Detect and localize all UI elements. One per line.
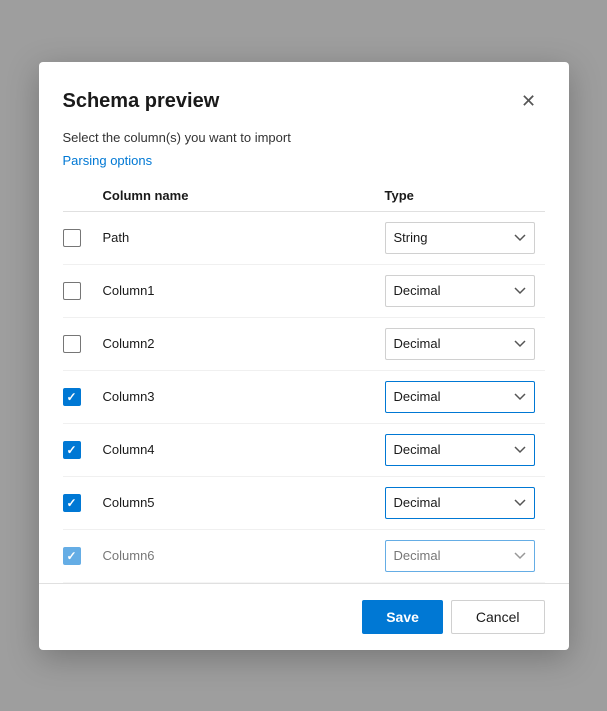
type-select[interactable]: StringDecimalIntegerBooleanDateDateTime (385, 381, 535, 413)
type-select[interactable]: StringDecimalIntegerBooleanDateDateTime (385, 540, 535, 572)
row-column-name: Column2 (103, 336, 385, 351)
row-column-name: Column1 (103, 283, 385, 298)
row-checkbox[interactable] (63, 282, 81, 300)
close-button[interactable]: ✕ (513, 86, 545, 118)
row-column-name: Column3 (103, 389, 385, 404)
type-select[interactable]: StringDecimalIntegerBooleanDateDateTime (385, 275, 535, 307)
dialog-header: Schema preview ✕ (39, 62, 569, 130)
column-name-header: Column name (103, 188, 385, 203)
type-select[interactable]: StringDecimalIntegerBooleanDateDateTime (385, 222, 535, 254)
row-checkbox[interactable] (63, 547, 81, 565)
type-select[interactable]: StringDecimalIntegerBooleanDateDateTime (385, 434, 535, 466)
row-checkbox[interactable] (63, 441, 81, 459)
table-row: PathStringDecimalIntegerBooleanDateDateT… (63, 212, 545, 265)
row-checkbox[interactable] (63, 494, 81, 512)
dialog-footer: Save Cancel (39, 583, 569, 650)
row-column-name: Column5 (103, 495, 385, 510)
columns-table: Column name Type PathStringDecimalIntege… (39, 180, 569, 583)
type-header: Type (385, 188, 545, 203)
table-row: Column5StringDecimalIntegerBooleanDateDa… (63, 477, 545, 530)
parsing-options-link[interactable]: Parsing options (39, 153, 569, 180)
table-header-row: Column name Type (63, 180, 545, 212)
row-checkbox[interactable] (63, 388, 81, 406)
row-checkbox[interactable] (63, 335, 81, 353)
cancel-button[interactable]: Cancel (451, 600, 545, 634)
table-row: Column6StringDecimalIntegerBooleanDateDa… (63, 530, 545, 583)
table-row: Column2StringDecimalIntegerBooleanDateDa… (63, 318, 545, 371)
row-column-name: Path (103, 230, 385, 245)
row-column-name: Column4 (103, 442, 385, 457)
type-select[interactable]: StringDecimalIntegerBooleanDateDateTime (385, 487, 535, 519)
row-checkbox[interactable] (63, 229, 81, 247)
schema-preview-dialog: Schema preview ✕ Select the column(s) yo… (39, 62, 569, 650)
table-row: Column4StringDecimalIntegerBooleanDateDa… (63, 424, 545, 477)
dialog-subtitle: Select the column(s) you want to import (39, 130, 569, 153)
dialog-title: Schema preview (63, 90, 220, 113)
type-select[interactable]: StringDecimalIntegerBooleanDateDateTime (385, 328, 535, 360)
table-row: Column3StringDecimalIntegerBooleanDateDa… (63, 371, 545, 424)
row-column-name: Column6 (103, 548, 385, 563)
save-button[interactable]: Save (362, 600, 443, 634)
table-row: Column1StringDecimalIntegerBooleanDateDa… (63, 265, 545, 318)
